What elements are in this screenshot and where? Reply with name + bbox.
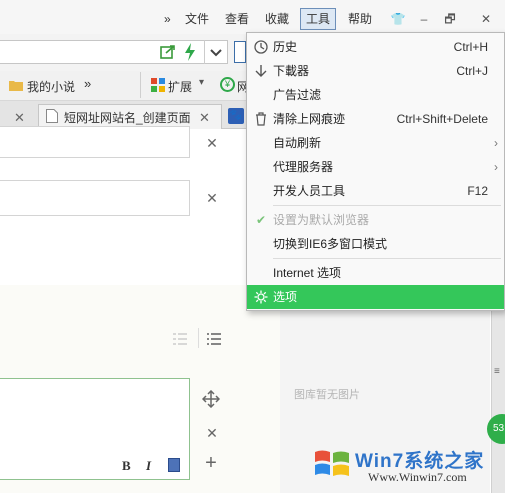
bookmarks-more[interactable]: » [84, 76, 91, 91]
shortcut-text: Ctrl+J [456, 64, 488, 78]
menu-item-label: 设置为默认浏览器 [273, 213, 370, 227]
menu-help[interactable]: 帮助 [348, 9, 372, 29]
page-icon [46, 109, 58, 123]
image-icon[interactable] [168, 458, 180, 472]
trash-icon [253, 107, 269, 134]
restore-icon[interactable]: 🗗 [440, 9, 460, 29]
chevron-right-icon: › [494, 160, 498, 174]
menu-item-proxy[interactable]: 代理服务器 › [247, 155, 504, 179]
menu-item-clear-traces[interactable]: 清除上网痕迹 Ctrl+Shift+Delete [247, 107, 504, 131]
divider [198, 328, 199, 348]
menu-item-label: 选项 [273, 290, 298, 304]
menu-item-history[interactable]: 历史 Ctrl+H [247, 35, 504, 59]
text-field[interactable] [0, 126, 190, 158]
divider [140, 72, 141, 98]
shortcut-text: Ctrl+H [453, 40, 488, 54]
close-window-icon[interactable]: ✕ [476, 9, 496, 29]
extensions-button[interactable]: 扩展 [168, 78, 192, 95]
shortcut-text: F12 [467, 184, 488, 198]
address-dropdown-icon[interactable] [204, 40, 227, 64]
bold-button[interactable]: B [122, 458, 131, 474]
lightning-icon[interactable] [183, 43, 197, 61]
close-tab-icon[interactable]: ✕ [199, 110, 210, 126]
menu-file[interactable]: 文件 [185, 9, 209, 29]
watermark-brand: Win7系统之家 [355, 451, 485, 472]
tools-dropdown-menu: 历史 Ctrl+H 下載器 Ctrl+J 广告过滤 清除上网痕迹 Ctrl+Sh… [246, 32, 505, 311]
close-tab-icon[interactable]: ✕ [14, 110, 25, 126]
paw-icon[interactable]: 🐾 [228, 108, 244, 124]
menu-item-auto-refresh[interactable]: 自动刷新 › [247, 131, 504, 155]
ordered-list-icon[interactable] [172, 331, 188, 347]
money-icon: ¥ [220, 77, 235, 92]
remove-icon[interactable]: ✕ [204, 135, 220, 151]
gear-icon [253, 285, 269, 312]
menu-item-label: 切换到IE6多窗口模式 [273, 237, 388, 251]
menu-view[interactable]: 查看 [225, 9, 249, 29]
menu-item-set-default: ✔ 设置为默认浏览器 [247, 208, 504, 232]
folder-icon [9, 79, 23, 91]
clock-icon [253, 35, 269, 62]
search-engine-icon[interactable] [234, 41, 246, 63]
menu-item-label: 清除上网痕迹 [273, 112, 346, 126]
share-icon[interactable] [160, 44, 176, 60]
menu-item-label: 开发人员工具 [273, 184, 346, 198]
menu-item-ad-filter[interactable]: 广告过滤 [247, 83, 504, 107]
chevron-down-icon[interactable]: ▾ [199, 77, 204, 88]
menu-item-internet-options[interactable]: Internet 选项 [247, 261, 504, 285]
editor-textarea[interactable] [0, 378, 190, 480]
menu-item-options[interactable]: 选项 [247, 285, 504, 309]
menu-lines-icon: ≡ [494, 366, 500, 377]
remove-icon[interactable]: ✕ [204, 425, 220, 441]
shortcut-text: Ctrl+Shift+Delete [396, 112, 488, 126]
menu-item-ie6-mode[interactable]: 切换到IE6多窗口模式 [247, 232, 504, 256]
text-field[interactable] [0, 180, 190, 216]
chevron-right-icon: › [494, 136, 498, 150]
menu-item-label: 代理服务器 [273, 160, 334, 174]
menu-item-label: 自动刷新 [273, 136, 322, 150]
extensions-icon [151, 78, 165, 92]
add-icon[interactable]: + [203, 453, 219, 473]
menu-tools[interactable]: 工具 [300, 8, 336, 30]
menu-separator [273, 205, 501, 206]
minimize-icon[interactable]: – [414, 9, 434, 29]
menu-favorites[interactable]: 收藏 [265, 9, 289, 29]
bookmark-novel[interactable]: 我的小说 [27, 78, 75, 95]
tab-title[interactable]: 短网址网站名_创建页面 [64, 109, 192, 126]
remove-icon[interactable]: ✕ [204, 190, 220, 206]
no-image-text: 图库暂无图片 [294, 389, 360, 401]
menu-item-label: 历史 [273, 40, 298, 54]
italic-button[interactable]: I [146, 458, 151, 474]
windows-logo-icon [312, 446, 352, 480]
scrollbar[interactable] [491, 310, 505, 493]
watermark-url: Www.Winwin7.com [368, 470, 467, 484]
skin-icon[interactable]: 👕 [388, 9, 408, 29]
menu-separator [273, 258, 501, 259]
move-icon[interactable] [201, 389, 221, 409]
menu-overflow-button[interactable]: » [164, 9, 171, 29]
menu-item-label: 下載器 [273, 64, 310, 78]
menu-item-downloads[interactable]: 下載器 Ctrl+J [247, 59, 504, 83]
unordered-list-icon[interactable] [206, 331, 222, 347]
download-icon [253, 59, 269, 86]
check-icon: ✔ [255, 213, 267, 227]
menu-item-dev-tools[interactable]: 开发人员工具 F12 [247, 179, 504, 203]
menu-item-label: Internet 选项 [273, 266, 342, 280]
menu-item-label: 广告过滤 [273, 88, 322, 102]
